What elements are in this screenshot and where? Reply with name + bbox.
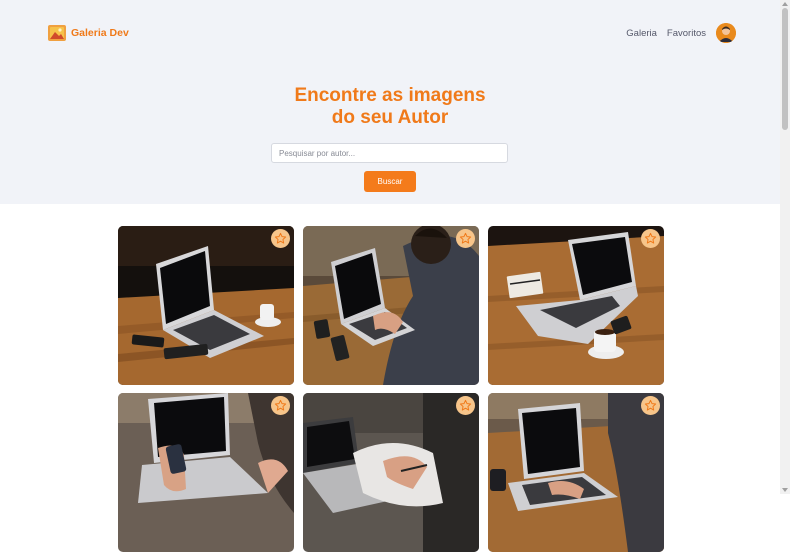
gallery-card[interactable] [118, 393, 294, 552]
avatar[interactable] [716, 23, 736, 43]
gallery-card[interactable] [303, 226, 479, 385]
favorite-button[interactable] [456, 396, 475, 415]
hand-with-phone-laptop-photo [118, 393, 294, 552]
person-typing-laptop-photo [303, 226, 479, 385]
user-avatar-icon [716, 23, 736, 43]
favorite-button[interactable] [456, 229, 475, 248]
star-icon [644, 232, 657, 244]
gallery-card[interactable] [488, 226, 664, 385]
laptop-on-table-photo [118, 226, 294, 385]
typing-on-laptop-photo [488, 393, 664, 552]
writing-at-laptop-photo [303, 393, 479, 552]
scroll-up-arrow-icon[interactable] [782, 2, 788, 6]
favorite-button[interactable] [271, 396, 290, 415]
top-nav: Galeria Favoritos [626, 28, 706, 39]
page-title: Encontre as imagens do seu Autor [0, 85, 780, 129]
brand[interactable]: Galeria Dev [47, 23, 129, 43]
page-scrollbar[interactable] [780, 0, 790, 494]
star-icon [459, 399, 472, 411]
brand-name: Galeria Dev [71, 27, 129, 39]
star-icon [644, 399, 657, 411]
title-line-2: do seu Autor [331, 107, 449, 128]
gallery-card[interactable] [303, 393, 479, 552]
title-line-1: Encontre as imagens [294, 85, 486, 106]
gallery-card[interactable] [118, 226, 294, 385]
search-button[interactable]: Buscar [364, 171, 416, 192]
nav-favorites-link[interactable]: Favoritos [667, 28, 706, 39]
favorite-button[interactable] [641, 396, 660, 415]
hero-section: Galeria Dev Galeria Favoritos Encontre a… [0, 0, 780, 204]
favorite-button[interactable] [271, 229, 290, 248]
star-icon [459, 232, 472, 244]
author-search-input[interactable] [271, 143, 508, 163]
gallery-logo-icon [48, 25, 66, 41]
scrollbar-thumb[interactable] [782, 8, 788, 130]
star-icon [274, 232, 287, 244]
laptop-with-coffee-photo [488, 226, 664, 385]
scroll-down-arrow-icon[interactable] [782, 488, 788, 492]
favorite-button[interactable] [641, 229, 660, 248]
gallery-card[interactable] [488, 393, 664, 552]
nav-gallery-link[interactable]: Galeria [626, 28, 657, 39]
star-icon [274, 399, 287, 411]
